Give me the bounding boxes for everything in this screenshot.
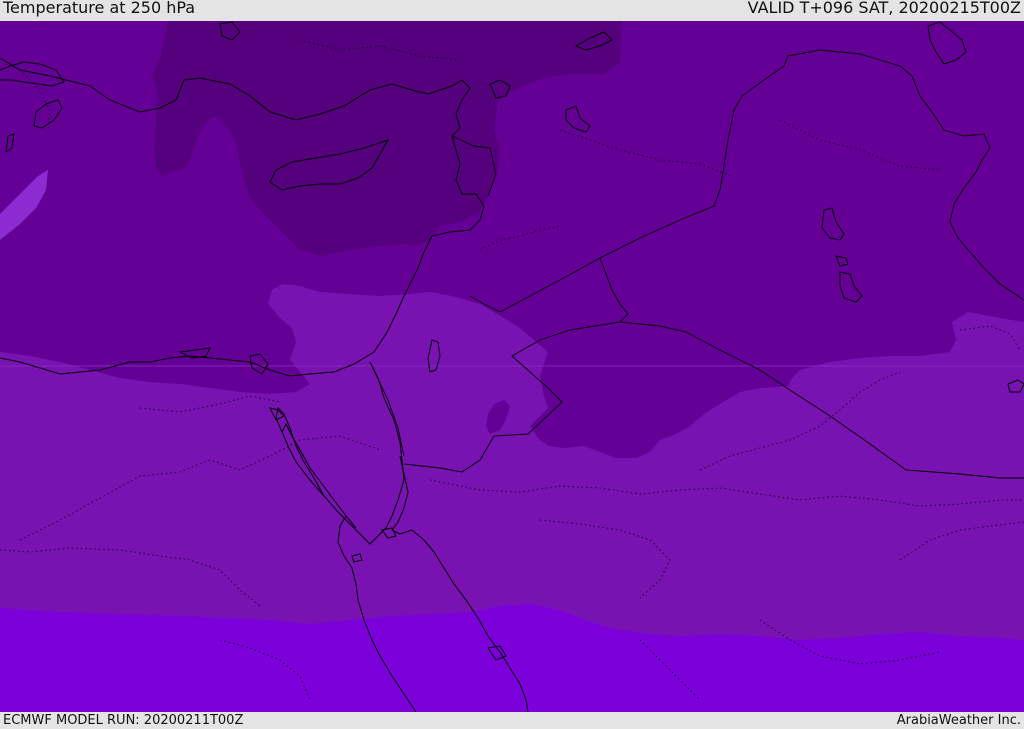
valid-time: VALID T+096 SAT, 20200215T00Z xyxy=(747,0,1021,17)
map-header: Temperature at 250 hPa VALID T+096 SAT, … xyxy=(0,0,1024,21)
map-canvas xyxy=(0,21,1024,712)
map-footer: ECMWF MODEL RUN: 20200211T00Z ArabiaWeat… xyxy=(0,712,1024,729)
map-title: Temperature at 250 hPa xyxy=(3,0,196,17)
temperature-map xyxy=(0,21,1024,712)
credit-label: ArabiaWeather Inc. xyxy=(896,713,1021,728)
model-run-label: ECMWF MODEL RUN: 20200211T00Z xyxy=(3,713,244,728)
